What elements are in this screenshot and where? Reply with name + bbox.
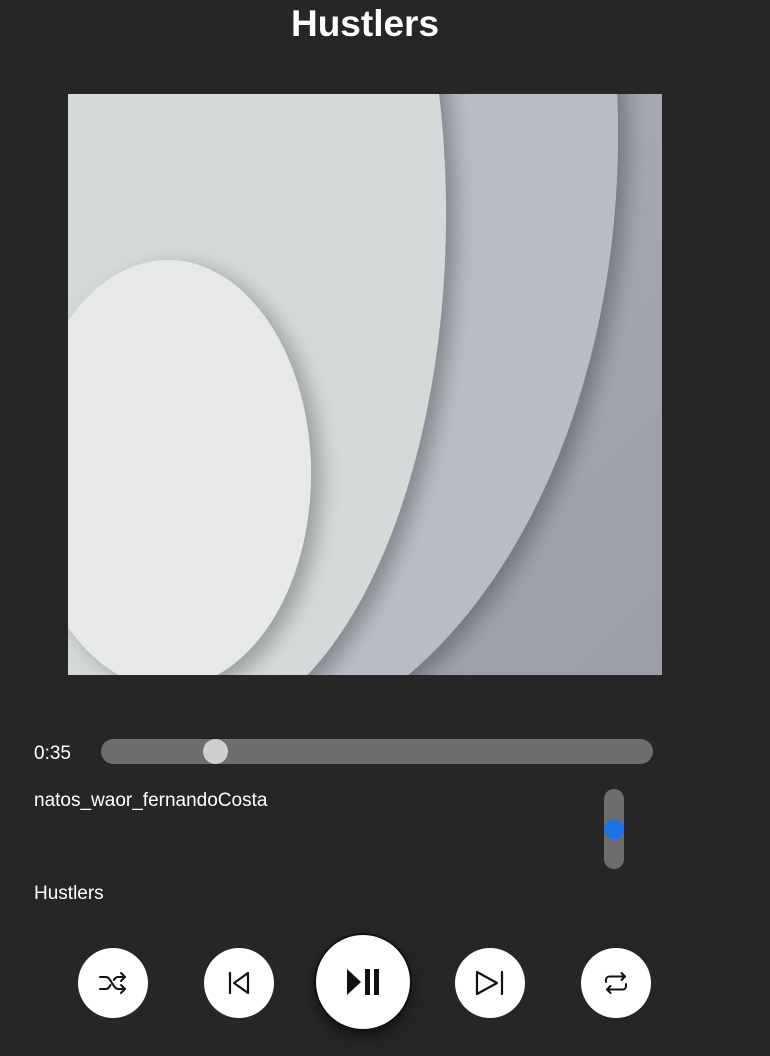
previous-button[interactable] (204, 948, 274, 1018)
music-player: Hustlers 0:35 natos_waor_fernandoCosta H… (0, 0, 770, 1056)
play-pause-button[interactable] (316, 935, 410, 1029)
shuffle-icon (99, 972, 126, 994)
artist-name: natos_waor_fernandoCosta (34, 790, 268, 811)
skip-next-icon (475, 970, 504, 996)
next-button[interactable] (455, 948, 525, 1018)
progress-thumb[interactable] (203, 739, 229, 764)
page-title: Hustlers (290, 3, 440, 44)
skip-previous-icon (228, 971, 250, 995)
song-title: Hustlers (34, 883, 104, 904)
volume-slider[interactable] (604, 789, 624, 869)
repeat-button[interactable] (581, 948, 651, 1018)
album-cover-art (68, 94, 662, 675)
progress-slider[interactable] (101, 739, 653, 764)
current-time: 0:35 (34, 743, 71, 764)
play-pause-icon (347, 969, 379, 995)
shuffle-button[interactable] (78, 948, 148, 1018)
volume-thumb[interactable] (604, 819, 624, 839)
repeat-icon (605, 972, 627, 994)
album-cover (68, 94, 662, 675)
